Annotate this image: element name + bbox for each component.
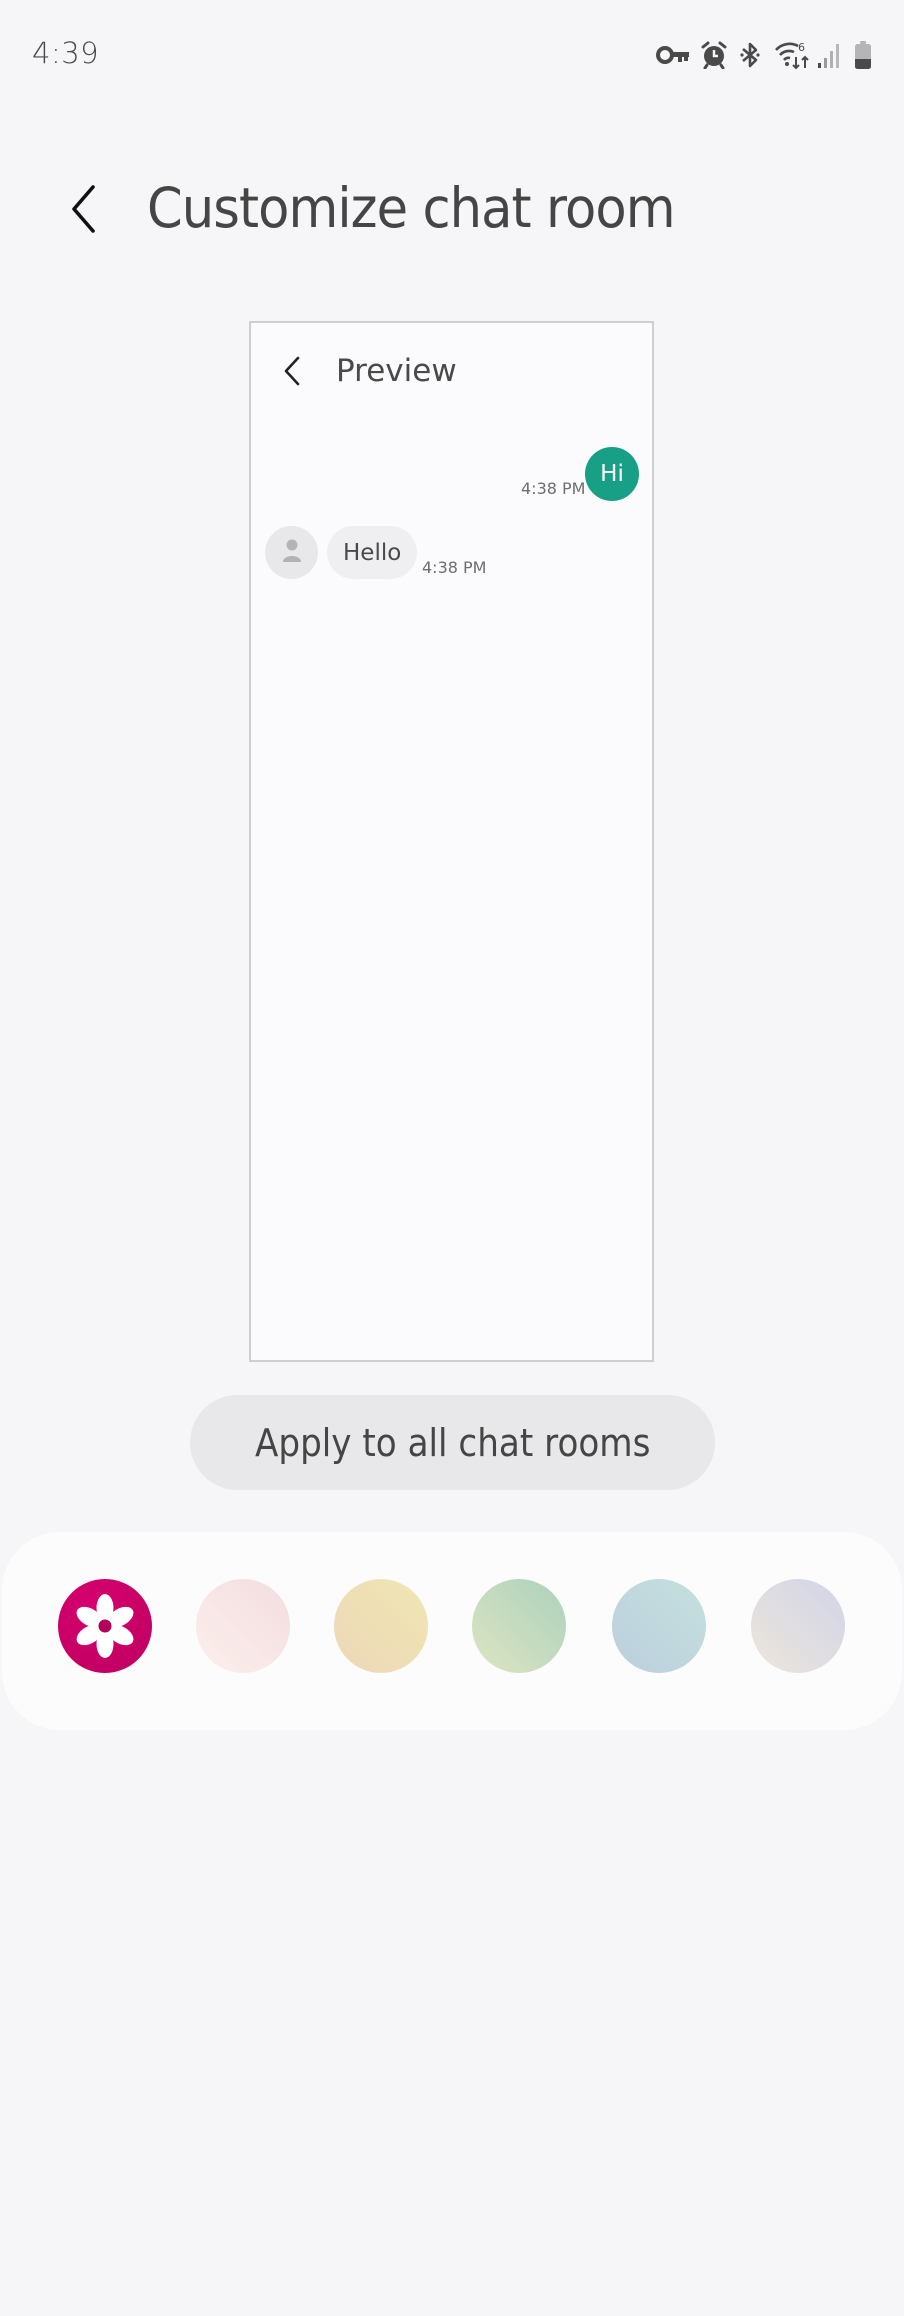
vpn-key-icon <box>656 40 690 70</box>
preview-title: Preview <box>336 353 457 389</box>
person-icon <box>281 538 303 568</box>
sent-message-time: 4:38 PM <box>521 479 586 498</box>
apply-to-all-label: Apply to all chat rooms <box>254 1420 651 1465</box>
preview-back-icon <box>281 355 303 387</box>
battery-icon <box>852 40 874 70</box>
wifi-6-icon: 6 <box>774 40 810 70</box>
apply-to-all-button[interactable]: Apply to all chat rooms <box>190 1395 715 1490</box>
sent-message-bubble: Hi <box>585 447 639 501</box>
alarm-icon <box>700 40 728 70</box>
flower-icon <box>58 1579 152 1673</box>
received-message-bubble: Hello <box>327 526 418 579</box>
received-message-time: 4:38 PM <box>422 558 487 577</box>
bluetooth-icon <box>738 40 762 70</box>
theme-swatch-green[interactable] <box>472 1579 566 1673</box>
theme-swatch-flower[interactable] <box>58 1579 152 1673</box>
sent-message-text: Hi <box>600 461 624 487</box>
page-title: Customize chat room <box>147 176 676 240</box>
theme-swatch-lavender[interactable] <box>751 1579 845 1673</box>
theme-swatch-pink[interactable] <box>196 1579 290 1673</box>
chat-preview: Preview 4:38 PM Hi Hello 4:38 PM <box>249 321 654 1362</box>
avatar <box>265 526 318 579</box>
status-time: 4:39 <box>32 36 100 70</box>
theme-swatch-blue[interactable] <box>612 1579 706 1673</box>
svg-text:6: 6 <box>798 41 805 54</box>
theme-selector <box>2 1532 902 1730</box>
back-button[interactable] <box>58 180 108 242</box>
received-message-text: Hello <box>343 539 402 566</box>
signal-icon <box>816 40 842 70</box>
chevron-left-icon <box>68 184 98 238</box>
theme-swatch-yellow[interactable] <box>334 1579 428 1673</box>
